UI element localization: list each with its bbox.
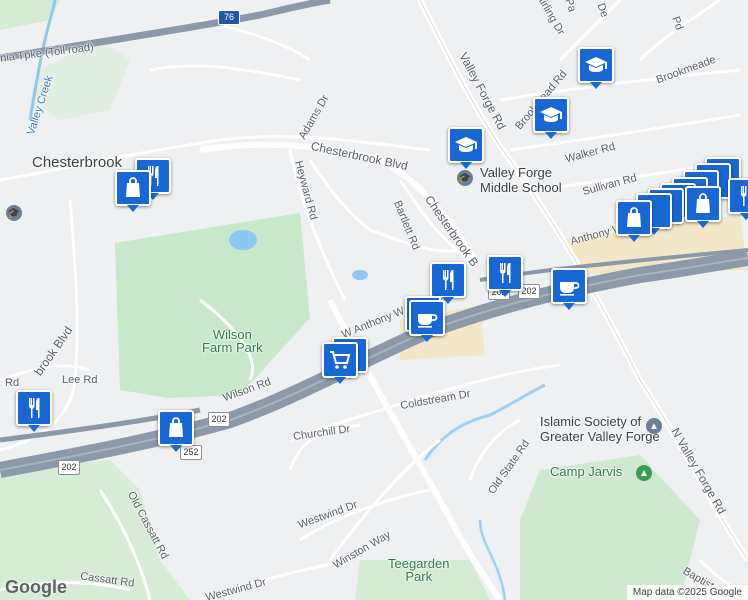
restaurant-pin-4[interactable] (16, 390, 52, 432)
graduation-cap-icon (585, 57, 607, 72)
shopping-cart-icon (330, 351, 351, 369)
place-chesterbrook: Chesterbrook (32, 154, 123, 171)
graduation-cap-icon (540, 107, 562, 122)
school-place-icon: 🎓 (457, 170, 473, 186)
fork-knife-icon (443, 270, 454, 290)
shopping-bag-icon (126, 177, 140, 197)
us202-shield-b: 202 (58, 460, 80, 475)
mosque-place-icon: ▲ (646, 418, 662, 434)
graduation-cap-icon (455, 137, 477, 152)
place-islamic-society[interactable]: Islamic Society of Greater Valley Forge (540, 414, 660, 445)
fork-knife-icon (741, 186, 748, 206)
shopping-pin-2[interactable] (158, 410, 194, 452)
school-pin-2[interactable] (533, 97, 569, 139)
google-logo: Google (5, 577, 67, 597)
fork-knife-icon (500, 263, 511, 283)
tree-place-icon: ▲ (636, 465, 652, 481)
school-pin[interactable] (448, 127, 484, 169)
shopping-bag-icon (627, 207, 641, 227)
place-valley-forge-middle-school[interactable]: Valley Forge Middle School (480, 165, 562, 196)
coffee-cup-icon (418, 314, 438, 328)
shopping-pin[interactable] (115, 170, 151, 212)
grocery-pin[interactable] (322, 342, 358, 384)
restaurant-pin-5[interactable] (728, 178, 748, 220)
coffee-cup-icon (560, 282, 580, 296)
shopping-bag-icon (696, 193, 710, 213)
shopping-bag-icon (169, 417, 183, 437)
cafe-pin-2[interactable] (551, 268, 587, 310)
place-wilson-farm-park[interactable]: Wilson Farm Park (202, 328, 263, 354)
shopping-pin-4[interactable] (616, 200, 652, 242)
us202-shield-a: 202 (208, 412, 230, 427)
us252-shield: 252 (180, 445, 202, 460)
place-camp-jarvis[interactable]: Camp Jarvis (550, 465, 622, 478)
place-teegarden-park[interactable]: Teegarden Park (388, 557, 449, 583)
map-attribution[interactable]: Map data ©2025 Google (626, 585, 748, 600)
cafe-pin[interactable] (409, 300, 445, 342)
road-label-rd-w: Rd (5, 377, 20, 389)
map-base-layer (0, 0, 748, 600)
restaurant-pin-2[interactable] (430, 262, 466, 304)
school-place-icon-west: 🎓 (6, 205, 22, 221)
wilson-farm-park-area (115, 213, 310, 398)
restaurant-pin-3[interactable] (487, 255, 523, 297)
shopping-pin-3[interactable] (685, 186, 721, 228)
school-pin-3[interactable] (578, 47, 614, 89)
fork-knife-icon (29, 398, 40, 418)
map-canvas[interactable]: nia Tpke (Toll road) Adams Dr Heyward Rd… (0, 0, 748, 600)
i76-shield: 76 (218, 10, 240, 25)
road-label-lee: Lee Rd (62, 374, 98, 386)
